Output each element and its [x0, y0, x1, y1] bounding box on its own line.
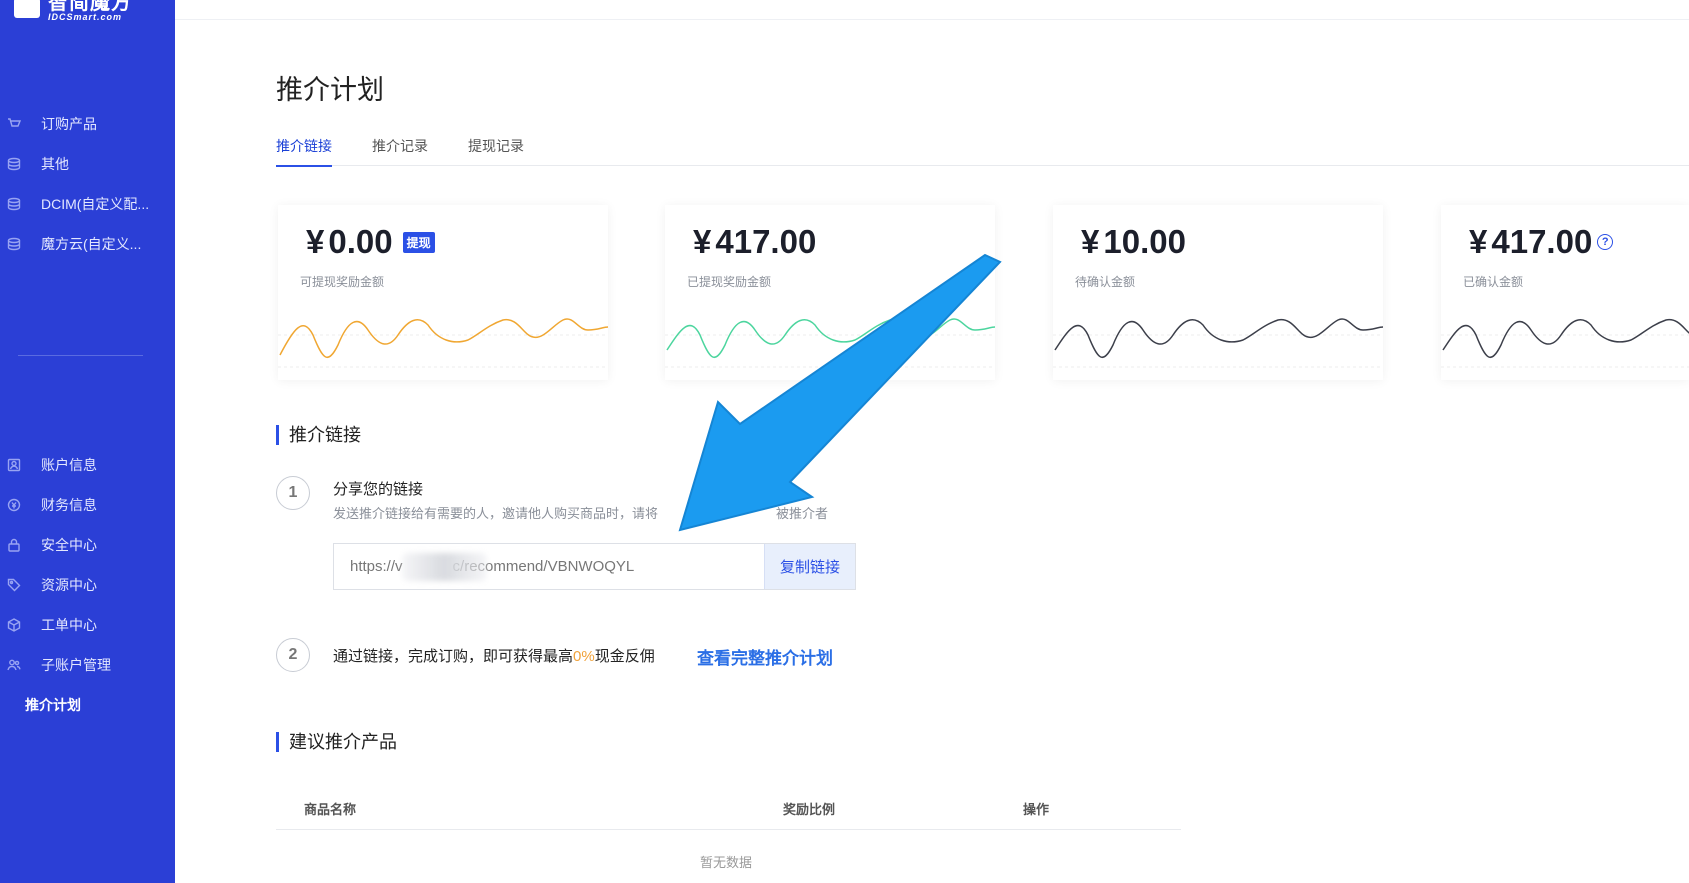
- copy-link-button[interactable]: 复制链接: [764, 544, 855, 589]
- sidebar-divider: [18, 355, 143, 356]
- annotation-arrow-icon: [678, 253, 1002, 532]
- sidebar-item-label: 订购产品: [41, 116, 97, 132]
- column-header-reward-ratio: 奖励比例: [783, 802, 836, 817]
- sidebar-item-tickets[interactable]: 工单中心: [0, 605, 175, 645]
- stat-card-pending: ¥ 10.00 待确认金额: [1053, 205, 1383, 380]
- sidebar-item-label: 资源中心: [41, 577, 97, 593]
- column-header-actions: 操作: [1023, 802, 1050, 817]
- stat-label: 可提现奖励金额: [300, 275, 385, 289]
- sidebar-item-label: 子账户管理: [41, 657, 111, 673]
- stat-card-withdrawn: ¥ 417.00 已提现奖励金额: [665, 205, 995, 380]
- stat-card-withdrawable: ¥ 0.00 提现 可提现奖励金额: [278, 205, 608, 380]
- sidebar-item-finance[interactable]: 财务信息: [0, 485, 175, 525]
- column-header-product-name: 商品名称: [304, 802, 357, 817]
- sidebar-item-security[interactable]: 安全中心: [0, 525, 175, 565]
- app-root: 智简魔方 IDCSmart.com 订购产品 其他 DCIM(自定义配... 魔…: [0, 0, 1689, 883]
- sidebar-product-group: 订购产品 其他 DCIM(自定义配... 魔方云(自定义...: [0, 104, 175, 264]
- tab-referral-link[interactable]: 推介链接: [276, 136, 332, 167]
- tag-icon: [6, 577, 22, 593]
- step1-description: 发送推介链接给有需要的人，邀请他人购买商品时，请将 被推介者: [333, 506, 829, 521]
- currency-symbol: ¥: [306, 223, 325, 260]
- step1-title: 分享您的链接: [333, 481, 424, 498]
- empty-state-text: 暂无数据: [700, 855, 753, 870]
- sidebar-item-order-products[interactable]: 订购产品: [0, 104, 175, 144]
- top-bar: [175, 0, 1689, 20]
- lock-icon: [6, 537, 22, 553]
- tab-withdrawal-records[interactable]: 提现记录: [468, 136, 524, 166]
- sparkline: [665, 318, 995, 368]
- sidebar-item-referral-plan[interactable]: 推介计划: [0, 685, 175, 725]
- sidebar-item-label: 财务信息: [41, 497, 97, 513]
- sidebar-item-label: DCIM(自定义配...: [41, 196, 150, 212]
- sidebar-account-group: 账户信息 财务信息 安全中心 资源中心 工单中心 子账户管理 推介计划: [0, 445, 175, 725]
- sidebar-item-label: 工单中心: [41, 617, 97, 633]
- step-number: 2: [276, 638, 310, 672]
- referral-link-input[interactable]: [334, 544, 764, 589]
- sidebar-item-mofang-cloud[interactable]: 魔方云(自定义...: [0, 224, 175, 264]
- section-title-referral-link: 推介链接: [276, 425, 361, 445]
- currency-symbol: ¥: [1081, 223, 1100, 260]
- sidebar-item-label: 安全中心: [41, 537, 97, 553]
- page-title: 推介计划: [276, 75, 384, 105]
- currency-symbol: ¥: [693, 223, 712, 260]
- brand-logo[interactable]: 智简魔方 IDCSmart.com: [14, 0, 132, 24]
- section-title-suggested-products: 建议推介产品: [276, 732, 397, 752]
- cart-icon: [6, 116, 22, 132]
- user-card-icon: [6, 457, 22, 473]
- step-number: 1: [276, 476, 310, 510]
- commission-percent: 0%: [573, 648, 595, 665]
- logo-mark-icon: [14, 0, 40, 18]
- redacted-url-blur: [402, 553, 487, 581]
- sidebar-item-label: 推介计划: [25, 697, 81, 713]
- stat-label: 已确认金额: [1463, 275, 1524, 289]
- sidebar-item-label: 魔方云(自定义...: [41, 236, 142, 252]
- sidebar-item-account-info[interactable]: 账户信息: [0, 445, 175, 485]
- sidebar-item-other[interactable]: 其他: [0, 144, 175, 184]
- stat-amount: 10.00: [1103, 223, 1186, 260]
- brand-domain: IDCSmart.com: [48, 11, 123, 22]
- sparkline: [278, 318, 608, 368]
- currency-symbol: ¥: [1469, 223, 1488, 260]
- sparkline: [1053, 318, 1383, 368]
- sidebar-item-label: 其他: [41, 156, 69, 172]
- database-icon: [6, 196, 22, 212]
- box-icon: [6, 617, 22, 633]
- stat-label: 待确认金额: [1075, 275, 1136, 289]
- sidebar-item-resources[interactable]: 资源中心: [0, 565, 175, 605]
- sidebar: 智简魔方 IDCSmart.com 订购产品 其他 DCIM(自定义配... 魔…: [0, 0, 175, 883]
- sparkline: [1441, 319, 1689, 368]
- database-icon: [6, 236, 22, 252]
- users-icon: [6, 657, 22, 673]
- sidebar-item-dcim[interactable]: DCIM(自定义配...: [0, 184, 175, 224]
- view-full-plan-link[interactable]: 查看完整推介计划: [697, 644, 833, 669]
- table-header: 商品名称 奖励比例 操作: [276, 788, 1181, 830]
- sidebar-item-label: 账户信息: [41, 457, 97, 473]
- help-icon[interactable]: ?: [1597, 234, 1614, 250]
- tab-bar: 推介链接 推介记录 提现记录: [276, 136, 1689, 167]
- stat-card-confirmed: ¥ 417.00 ? 已确认金额: [1441, 205, 1689, 380]
- tab-referral-records[interactable]: 推介记录: [372, 136, 428, 166]
- stat-amount: 417.00: [715, 223, 817, 260]
- product-table: 商品名称 奖励比例 操作: [276, 788, 1181, 830]
- finance-icon: [6, 497, 22, 513]
- withdraw-button[interactable]: 提现: [402, 231, 435, 253]
- stat-label: 已提现奖励金额: [687, 275, 772, 289]
- database-icon: [6, 156, 22, 172]
- brand-name: 智简魔方: [48, 0, 132, 14]
- step2-text: 通过链接，完成订购，即可获得最高0%现金反佣: [333, 648, 655, 665]
- stat-amount: 417.00: [1491, 223, 1593, 260]
- stat-amount: 0.00: [328, 223, 393, 260]
- sidebar-item-sub-accounts[interactable]: 子账户管理: [0, 645, 175, 685]
